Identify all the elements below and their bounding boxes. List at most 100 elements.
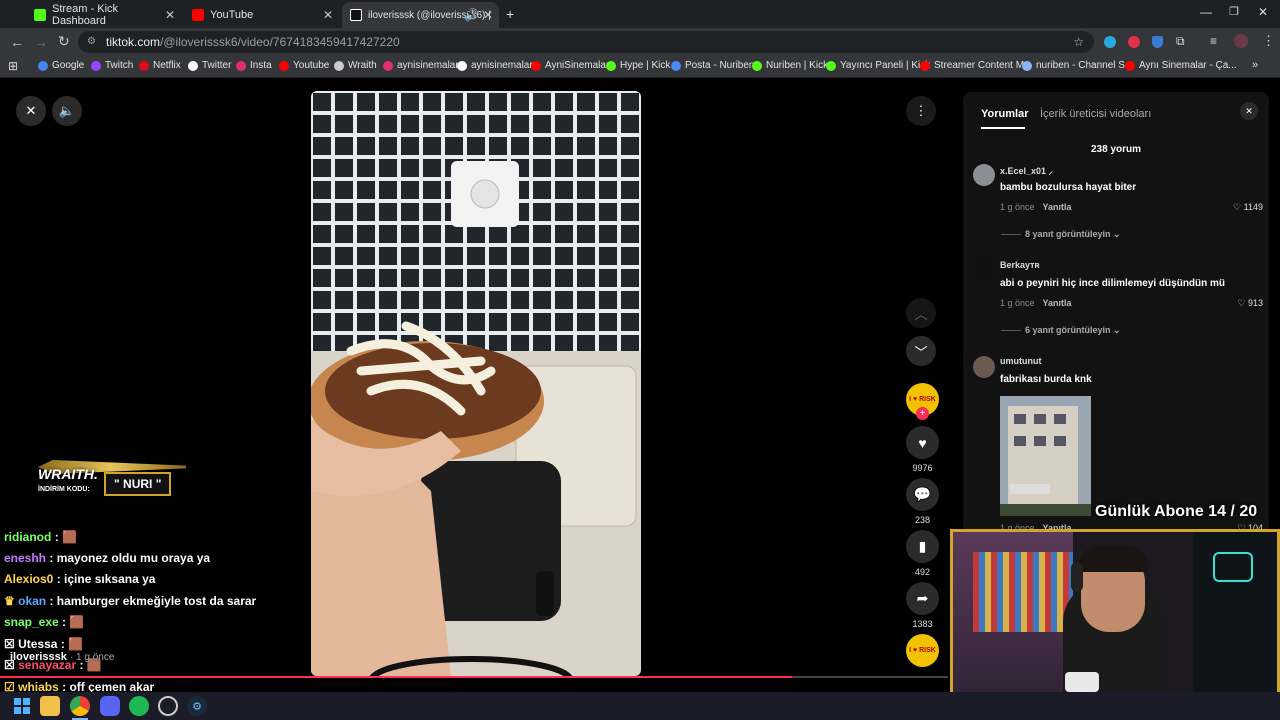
- bookmark-ayni-sinemalar[interactable]: Aynı Sinemalar - Ça...: [1125, 60, 1237, 71]
- maximize-button[interactable]: ❐: [1229, 5, 1239, 18]
- avatar[interactable]: [973, 356, 995, 378]
- view-replies-button[interactable]: 6 yanıt görüntüleyin ⌄: [1025, 325, 1121, 336]
- comment-user[interactable]: umutunut: [1000, 356, 1041, 366]
- next-video-button[interactable]: ﹀: [906, 336, 936, 366]
- bookmark-aynisinemalar-yt[interactable]: AyniSinemalar: [531, 60, 609, 71]
- obs-icon[interactable]: [158, 696, 178, 716]
- youtube-icon: [192, 9, 204, 21]
- discord-icon[interactable]: [100, 696, 120, 716]
- tiktok-icon: [350, 9, 362, 21]
- mute-button[interactable]: 🔈: [52, 96, 82, 126]
- extension-icon[interactable]: [1104, 36, 1116, 48]
- bookmark-label: Netflix: [153, 60, 181, 71]
- comment-button[interactable]: 💬 238: [906, 478, 939, 525]
- shield-icon[interactable]: [1152, 36, 1163, 48]
- tab-tiktok[interactable]: iloverisssk (@iloverisssk6) | 🔊 ✕: [342, 2, 499, 28]
- steam-icon[interactable]: ⚙: [187, 696, 207, 716]
- chat-text: : hamburger ekmeğiyle tost da sarar: [49, 594, 257, 608]
- reply-button[interactable]: Yanıtla: [1043, 298, 1072, 308]
- close-icon[interactable]: ✕: [483, 8, 493, 22]
- comment-meta: 1 g önce Yanıtla: [1000, 202, 1072, 212]
- comment-user[interactable]: Berkayᴛʀ: [1000, 260, 1040, 270]
- bookmark-netflix[interactable]: Netflix: [139, 60, 181, 71]
- follow-plus-icon[interactable]: +: [916, 407, 929, 420]
- bookmark-streamer-content[interactable]: Streamer Content M...: [920, 60, 1032, 71]
- video-player[interactable]: [311, 91, 641, 676]
- more-options-button[interactable]: ⋮: [906, 96, 936, 126]
- reply-button[interactable]: Yanıtla: [1043, 202, 1072, 212]
- site-info-icon[interactable]: ⚙: [87, 31, 96, 53]
- avatar[interactable]: [1234, 34, 1248, 48]
- bookmark-insta[interactable]: Insta: [236, 60, 272, 71]
- back-icon[interactable]: ←: [10, 34, 24, 50]
- previous-video-button[interactable]: ︿: [906, 298, 936, 328]
- sponsor-brand: WRAITH.: [38, 466, 98, 482]
- bookmark-star-icon[interactable]: ☆: [1073, 31, 1084, 53]
- bookmark-yayinci-paneli[interactable]: Yayıncı Paneli | Kick: [826, 60, 930, 71]
- comment-total: 238 yorum: [1090, 144, 1142, 155]
- creator-avatar[interactable]: I ♥ RISK +: [906, 383, 939, 420]
- avatar[interactable]: [973, 164, 995, 186]
- bookmark-label: Streamer Content M...: [934, 60, 1033, 71]
- windows-start-icon[interactable]: [12, 696, 32, 716]
- bookmark-label: Yayıncı Paneli | Kick: [840, 60, 931, 71]
- close-window-button[interactable]: ✕: [1258, 5, 1268, 19]
- tab-label: Stream - Kick Dashboard: [52, 3, 119, 27]
- apps-icon[interactable]: ⊞: [8, 59, 18, 73]
- comment-like-button[interactable]: ♡ 913: [1237, 298, 1263, 309]
- menu-icon[interactable]: ⋮: [1262, 33, 1275, 49]
- spotify-icon[interactable]: [129, 696, 149, 716]
- bookmark-aynisinemalar-x[interactable]: aynisinemalar: [457, 60, 533, 71]
- save-button[interactable]: ▮ 492: [906, 530, 939, 577]
- url-field[interactable]: ⚙ tiktok.com/@iloverisssk6/video/7674183…: [78, 31, 1094, 53]
- extension-icon[interactable]: [1128, 36, 1140, 48]
- minimize-button[interactable]: —: [1200, 5, 1212, 19]
- close-icon[interactable]: ✕: [165, 8, 175, 22]
- browser-tab-bar: Stream - Kick Dashboard ✕ YouTube ✕ ilov…: [0, 0, 1280, 28]
- comment-like-button[interactable]: ♡ 1149: [1233, 202, 1263, 213]
- video-progress-track[interactable]: [0, 676, 948, 678]
- puzzle-icon[interactable]: ⧉: [1176, 34, 1185, 49]
- bookmark-twitch[interactable]: Twitch: [91, 60, 133, 71]
- chat-user: okan: [18, 594, 47, 608]
- reload-icon[interactable]: ↻: [58, 33, 70, 50]
- bookmark-posta[interactable]: Posta - Nuriben: [671, 60, 754, 71]
- file-explorer-icon[interactable]: [40, 696, 60, 716]
- video-progress-fill: [0, 676, 792, 678]
- bookmark-wraith[interactable]: Wraith: [334, 60, 377, 71]
- mod-badge-icon: ☒: [4, 637, 15, 651]
- share-button[interactable]: ➦ 1383: [906, 582, 939, 629]
- comment-user[interactable]: x.Ecel_x01 ⸝: [1000, 164, 1053, 177]
- view-replies-button[interactable]: 8 yanıt görüntüleyin ⌄: [1025, 229, 1121, 240]
- bookmark-youtube[interactable]: Youtube: [279, 60, 329, 71]
- bookmark-label: Insta: [250, 60, 272, 71]
- bookmark-aynisinemalar-insta[interactable]: aynisinemalar: [383, 60, 459, 71]
- bookmark-twitter[interactable]: Twitter: [188, 60, 231, 71]
- bookmark-nuriben-kick[interactable]: Nuriben | Kick: [752, 60, 828, 71]
- bookmark-google[interactable]: Google: [38, 60, 84, 71]
- close-video-button[interactable]: ✕: [16, 96, 46, 126]
- new-tab-button[interactable]: +: [506, 6, 514, 22]
- bookmark-nuriben-channel[interactable]: nuriben - Channel S...: [1022, 60, 1133, 71]
- close-icon[interactable]: ✕: [323, 8, 333, 22]
- youtube-icon: [279, 60, 289, 71]
- chat-message: ♛ okan : hamburger ekmeğiyle tost da sar…: [4, 594, 256, 608]
- close-panel-button[interactable]: ✕: [1240, 102, 1258, 120]
- tab-kick-dashboard[interactable]: Stream - Kick Dashboard ✕: [26, 2, 181, 28]
- chat-text: : 🟫: [62, 615, 85, 629]
- speaker-icon[interactable]: 🔊: [464, 8, 479, 22]
- forward-icon[interactable]: →: [34, 34, 48, 50]
- media-icon[interactable]: ≡: [1210, 34, 1217, 48]
- url-path: /@iloverisssk6/video/7674183459417427220: [160, 35, 400, 49]
- avatar[interactable]: [973, 260, 995, 282]
- like-button[interactable]: ♥ 9976: [906, 426, 939, 473]
- chrome-icon[interactable]: [70, 696, 90, 716]
- tab-creator-videos[interactable]: İçerik üreticisi videoları: [1040, 108, 1151, 120]
- more-bookmarks-icon[interactable]: »: [1252, 59, 1258, 71]
- video-author[interactable]: iloverisssk · 1 g önce: [10, 651, 114, 663]
- tab-comments[interactable]: Yorumlar: [981, 108, 1028, 120]
- music-disc[interactable]: I ♥ RISK: [906, 634, 939, 667]
- bookmark-hype-kick[interactable]: Hype | Kick: [606, 60, 670, 71]
- comment-image[interactable]: [1000, 396, 1091, 516]
- tab-youtube[interactable]: YouTube ✕: [184, 2, 339, 28]
